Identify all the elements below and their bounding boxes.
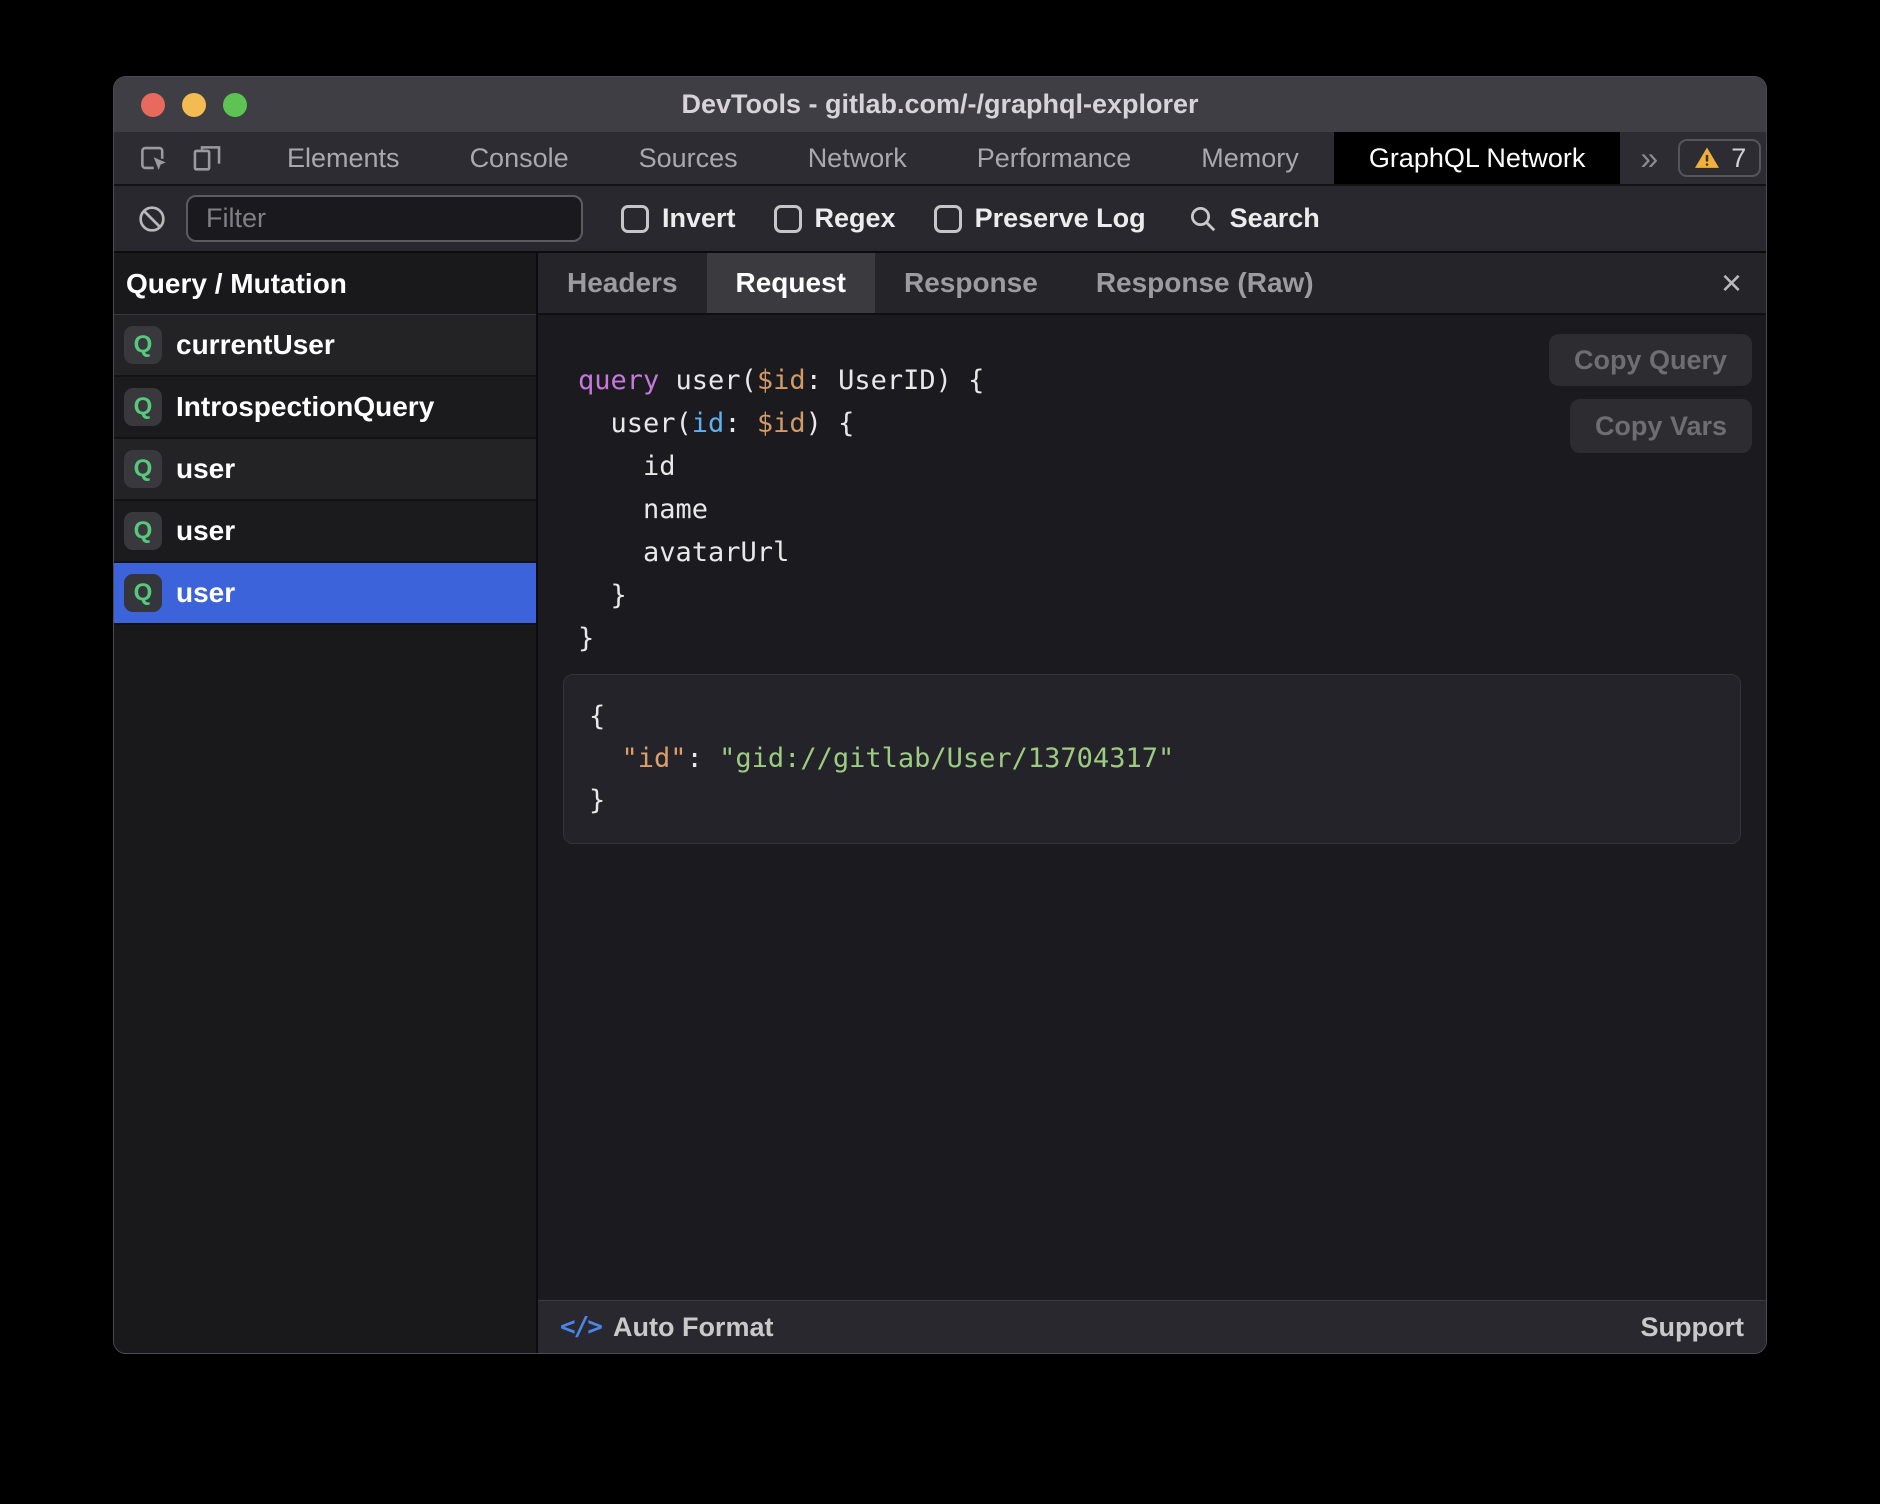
sidebar-header: Query / Mutation <box>114 253 536 315</box>
main-tab-elements[interactable]: Elements <box>252 132 435 184</box>
code-brackets-icon: </> <box>560 1312 601 1342</box>
search-icon <box>1188 204 1218 234</box>
main-tabs: ElementsConsoleSourcesNetworkPerformance… <box>252 132 1620 184</box>
variables-code-line: "id": "gid://gitlab/User/13704317" <box>589 738 1720 780</box>
main-tab-console[interactable]: Console <box>435 132 604 184</box>
detail-footer: </> Auto Format Support <box>538 1300 1766 1353</box>
query-name-label: user <box>176 577 235 609</box>
search-label: Search <box>1230 203 1320 234</box>
filter-input[interactable] <box>186 195 583 242</box>
warnings-badge[interactable]: 7 <box>1678 139 1761 177</box>
title-bar: DevTools - gitlab.com/-/graphql-explorer <box>114 77 1766 132</box>
more-tabs-chevron-icon[interactable]: » <box>1620 132 1678 184</box>
checkbox-regex[interactable]: Regex <box>774 203 896 234</box>
detail-tab-response-raw[interactable]: Response (Raw) <box>1067 253 1343 313</box>
request-tab-content: query user($id: UserID) { user(id: $id) … <box>538 315 1766 1300</box>
query-type-badge: Q <box>124 388 162 426</box>
query-name-label: user <box>176 453 235 485</box>
device-toolbar-icon[interactable] <box>190 141 224 175</box>
variables-code-line: } <box>589 780 1720 822</box>
query-list-item[interactable]: Quser <box>114 563 536 625</box>
clear-filter-icon[interactable] <box>136 203 168 235</box>
query-code-line: } <box>578 574 1766 617</box>
detail-tab-headers[interactable]: Headers <box>538 253 707 313</box>
checkbox-label-regex: Regex <box>815 203 896 234</box>
copy-vars-button[interactable]: Copy Vars <box>1570 399 1752 453</box>
close-detail-icon[interactable]: × <box>1697 265 1766 301</box>
devtools-window: DevTools - gitlab.com/-/graphql-explorer… <box>113 76 1767 1354</box>
query-code-line: name <box>578 488 1766 531</box>
main-tab-network[interactable]: Network <box>773 132 942 184</box>
checkbox-box-regex[interactable] <box>774 205 802 233</box>
checkbox-box-invert[interactable] <box>621 205 649 233</box>
main-tab-bar: ElementsConsoleSourcesNetworkPerformance… <box>114 132 1766 186</box>
content-area: Query / Mutation QcurrentUserQIntrospect… <box>114 253 1766 1353</box>
main-tab-sources[interactable]: Sources <box>604 132 773 184</box>
detail-tab-response[interactable]: Response <box>875 253 1067 313</box>
devtools-status-controls: 7 1 <box>1678 132 1767 184</box>
query-code-line: } <box>578 617 1766 660</box>
graphql-variables-box: { "id": "gid://gitlab/User/13704317"} <box>563 674 1741 844</box>
devtools-toolbar-icons <box>114 132 244 184</box>
detail-tab-bar: HeadersRequestResponseResponse (Raw) × <box>538 253 1766 315</box>
query-sidebar: Query / Mutation QcurrentUserQIntrospect… <box>114 253 538 1353</box>
query-code-line: avatarUrl <box>578 531 1766 574</box>
request-detail-panel: HeadersRequestResponseResponse (Raw) × q… <box>538 253 1766 1353</box>
query-type-badge: Q <box>124 450 162 488</box>
query-name-label: user <box>176 515 235 547</box>
query-list-item[interactable]: Quser <box>114 439 536 501</box>
auto-format-label: Auto Format <box>613 1312 773 1343</box>
filter-options: Invert Regex Preserve Log <box>583 203 1146 234</box>
variables-code-line: { <box>589 696 1720 738</box>
checkbox-invert[interactable]: Invert <box>621 203 736 234</box>
support-link[interactable]: Support <box>1641 1312 1744 1343</box>
checkbox-label-invert: Invert <box>662 203 736 234</box>
query-type-badge: Q <box>124 574 162 612</box>
main-tab-memory[interactable]: Memory <box>1166 132 1334 184</box>
query-list-item[interactable]: QcurrentUser <box>114 315 536 377</box>
main-tab-graphql-network[interactable]: GraphQL Network <box>1334 132 1621 184</box>
inspect-element-icon[interactable] <box>136 141 170 175</box>
auto-format-toggle[interactable]: </> Auto Format <box>560 1312 773 1343</box>
filter-toolbar: Invert Regex Preserve Log Search <box>114 186 1766 253</box>
query-name-label: IntrospectionQuery <box>176 391 434 423</box>
warning-count: 7 <box>1731 143 1746 174</box>
copy-query-button[interactable]: Copy Query <box>1549 334 1752 386</box>
query-list: QcurrentUserQIntrospectionQueryQuserQuse… <box>114 315 536 625</box>
checkbox-preserve-log[interactable]: Preserve Log <box>934 203 1146 234</box>
search-control[interactable]: Search <box>1188 203 1320 234</box>
detail-tab-request[interactable]: Request <box>707 253 875 313</box>
query-type-badge: Q <box>124 326 162 364</box>
query-list-item[interactable]: Quser <box>114 501 536 563</box>
checkbox-label-preserve-log: Preserve Log <box>975 203 1146 234</box>
query-list-item[interactable]: Q IntrospectionQuery <box>114 377 536 439</box>
main-tab-performance[interactable]: Performance <box>942 132 1167 184</box>
warning-icon <box>1693 144 1721 172</box>
checkbox-box-preserve-log[interactable] <box>934 205 962 233</box>
query-name-label: currentUser <box>176 329 335 361</box>
window-title: DevTools - gitlab.com/-/graphql-explorer <box>114 89 1766 120</box>
query-type-badge: Q <box>124 512 162 550</box>
